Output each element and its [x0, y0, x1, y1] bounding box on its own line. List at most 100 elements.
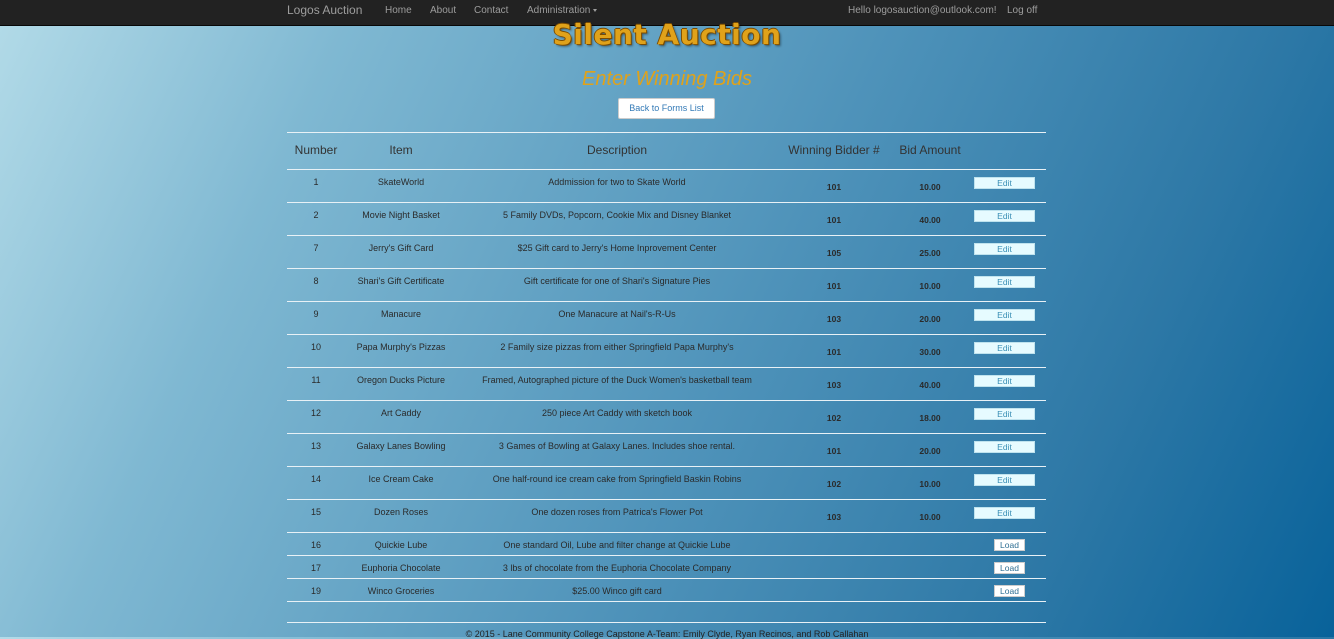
cell-winning-bidder: 103	[826, 512, 842, 522]
table-row: 11 Oregon Ducks Picture Framed, Autographe…	[287, 367, 1046, 400]
cell-description: $25.00 Winco gift card	[572, 586, 662, 596]
edit-button[interactable]: Edit	[974, 375, 1035, 387]
nav-about[interactable]: About	[430, 5, 456, 16]
cell-description: 5 Family DVDs, Popcorn, Cookie Mix and D…	[502, 210, 732, 220]
cell-bid-amount: 18.00	[919, 413, 941, 423]
header-winning-bidder: Winning Bidder #	[788, 143, 880, 157]
cell-bid-amount: 30.00	[919, 347, 941, 357]
back-to-forms-button[interactable]: Back to Forms List	[618, 98, 715, 119]
cell-winning-bidder: 102	[826, 413, 842, 423]
cell-bid-amount: 10.00	[919, 512, 941, 522]
cell-bid-amount: 40.00	[919, 380, 941, 390]
page-title: Silent Auction	[552, 18, 782, 51]
cell-item: Ice Cream Cake	[368, 474, 434, 484]
page-subtitle: Enter Winning Bids	[582, 68, 752, 90]
table-row: 14 Ice Cream Cake One half-round ice cream…	[287, 466, 1046, 499]
cell-item: Winco Groceries	[367, 586, 435, 596]
caret-down-icon	[593, 8, 598, 12]
cell-winning-bidder: 101	[826, 281, 842, 291]
cell-winning-bidder: 103	[826, 380, 842, 390]
table-row: 2 Movie Night Basket 5 Family DVDs, Popcor…	[287, 202, 1046, 235]
edit-button[interactable]: Edit	[974, 441, 1035, 453]
cell-number: 17	[310, 563, 321, 573]
cell-number: 1	[313, 177, 319, 187]
brand-link[interactable]: Logos Auction	[287, 3, 362, 17]
table-row: 9 Manacure One Manacure at Nail's-R-Us 103 2…	[287, 301, 1046, 334]
cell-number: 13	[310, 441, 321, 451]
table-row: 13 Galaxy Lanes Bowling 3 Games of Bowling…	[287, 433, 1046, 466]
cell-bid-amount: 20.00	[919, 446, 941, 456]
table-row: 17 Euphoria Chocolate 3 lbs of chocolate f…	[287, 555, 1046, 578]
nav-greeting[interactable]: Hello logosauction@outlook.com!	[848, 5, 997, 16]
cell-number: 7	[313, 243, 319, 253]
table-bottom-border	[287, 622, 1046, 623]
table-row: 16 Quickie Lube One standard Oil, Lube and…	[287, 532, 1046, 555]
cell-description: 3 lbs of chocolate from the Euphoria Cho…	[502, 563, 732, 573]
cell-item: Euphoria Chocolate	[361, 563, 441, 573]
edit-button[interactable]: Edit	[974, 243, 1035, 255]
cell-number: 10	[310, 342, 321, 352]
nav-contact[interactable]: Contact	[474, 5, 508, 16]
edit-button[interactable]: Edit	[974, 177, 1035, 189]
edit-button[interactable]: Edit	[974, 408, 1035, 420]
cell-number: 15	[310, 507, 321, 517]
cell-number: 16	[310, 540, 321, 550]
cell-description: 250 piece Art Caddy with sketch book	[541, 408, 693, 418]
cell-bid-amount: 25.00	[919, 248, 941, 258]
cell-description: 3 Games of Bowling at Galaxy Lanes. Incl…	[498, 441, 736, 451]
edit-button[interactable]: Edit	[974, 210, 1035, 222]
cell-winning-bidder: 101	[826, 347, 842, 357]
table-row: 7 Jerry's Gift Card $25 Gift card to Jerry…	[287, 235, 1046, 268]
nav-administration-label: Administration	[527, 5, 591, 16]
cell-item: Papa Murphy's Pizzas	[356, 342, 446, 352]
load-button[interactable]: Load	[994, 585, 1025, 597]
cell-bid-amount: 10.00	[919, 479, 941, 489]
header-description: Description	[586, 143, 648, 157]
table-row: 12 Art Caddy 250 piece Art Caddy with sket…	[287, 400, 1046, 433]
edit-button[interactable]: Edit	[974, 342, 1035, 354]
cell-winning-bidder: 103	[826, 314, 842, 324]
cell-description: $25 Gift card to Jerry's Home Inprovemen…	[517, 243, 717, 253]
nav-administration-dropdown[interactable]: Administration	[527, 5, 598, 16]
cell-winning-bidder: 105	[826, 248, 842, 258]
table-top-border	[287, 132, 1046, 133]
cell-item: Shari's Gift Certificate	[357, 276, 445, 286]
header-item: Item	[389, 143, 413, 157]
table-row: 19 Winco Groceries $25.00 Winco gift card L…	[287, 578, 1046, 601]
edit-button[interactable]: Edit	[974, 507, 1035, 519]
cell-winning-bidder: 101	[826, 446, 842, 456]
nav-home[interactable]: Home	[385, 5, 412, 16]
cell-description: Addmission for two to Skate World	[548, 177, 686, 187]
cell-item: Jerry's Gift Card	[368, 243, 434, 253]
nav-logoff[interactable]: Log off	[1007, 5, 1037, 16]
cell-description: One Manacure at Nail's-R-Us	[558, 309, 676, 319]
row-divider	[287, 601, 1046, 602]
cell-item: Art Caddy	[380, 408, 422, 418]
table-row: 15 Dozen Roses One dozen roses from Patric…	[287, 499, 1046, 532]
cell-item: Manacure	[380, 309, 422, 319]
cell-number: 2	[313, 210, 319, 220]
edit-button[interactable]: Edit	[974, 276, 1035, 288]
cell-description: 2 Family size pizzas from either Springf…	[500, 342, 734, 352]
cell-bid-amount: 20.00	[919, 314, 941, 324]
load-button[interactable]: Load	[994, 562, 1025, 574]
cell-bid-amount: 40.00	[919, 215, 941, 225]
cell-number: 11	[311, 375, 321, 385]
cell-number: 14	[310, 474, 321, 484]
edit-button[interactable]: Edit	[974, 309, 1035, 321]
table-row: 10 Papa Murphy's Pizzas 2 Family size pizz…	[287, 334, 1046, 367]
cell-item: SkateWorld	[377, 177, 425, 187]
cell-description: One standard Oil, Lube and filter change…	[503, 540, 731, 550]
edit-button[interactable]: Edit	[974, 474, 1035, 486]
table-row: 1 SkateWorld Addmission for two to Skate W…	[287, 169, 1046, 202]
cell-description: One half-round ice cream cake from Sprin…	[492, 474, 742, 484]
cell-description: Gift certificate for one of Shari's Sign…	[523, 276, 711, 286]
header-bid-amount: Bid Amount	[899, 143, 961, 157]
cell-winning-bidder: 101	[826, 182, 842, 192]
cell-bid-amount: 10.00	[919, 182, 941, 192]
cell-item: Galaxy Lanes Bowling	[356, 441, 446, 451]
cell-number: 19	[310, 586, 321, 596]
load-button[interactable]: Load	[994, 539, 1025, 551]
cell-item: Dozen Roses	[373, 507, 429, 517]
footer: © 2015 - Lane Community College Capstone…	[465, 629, 869, 639]
